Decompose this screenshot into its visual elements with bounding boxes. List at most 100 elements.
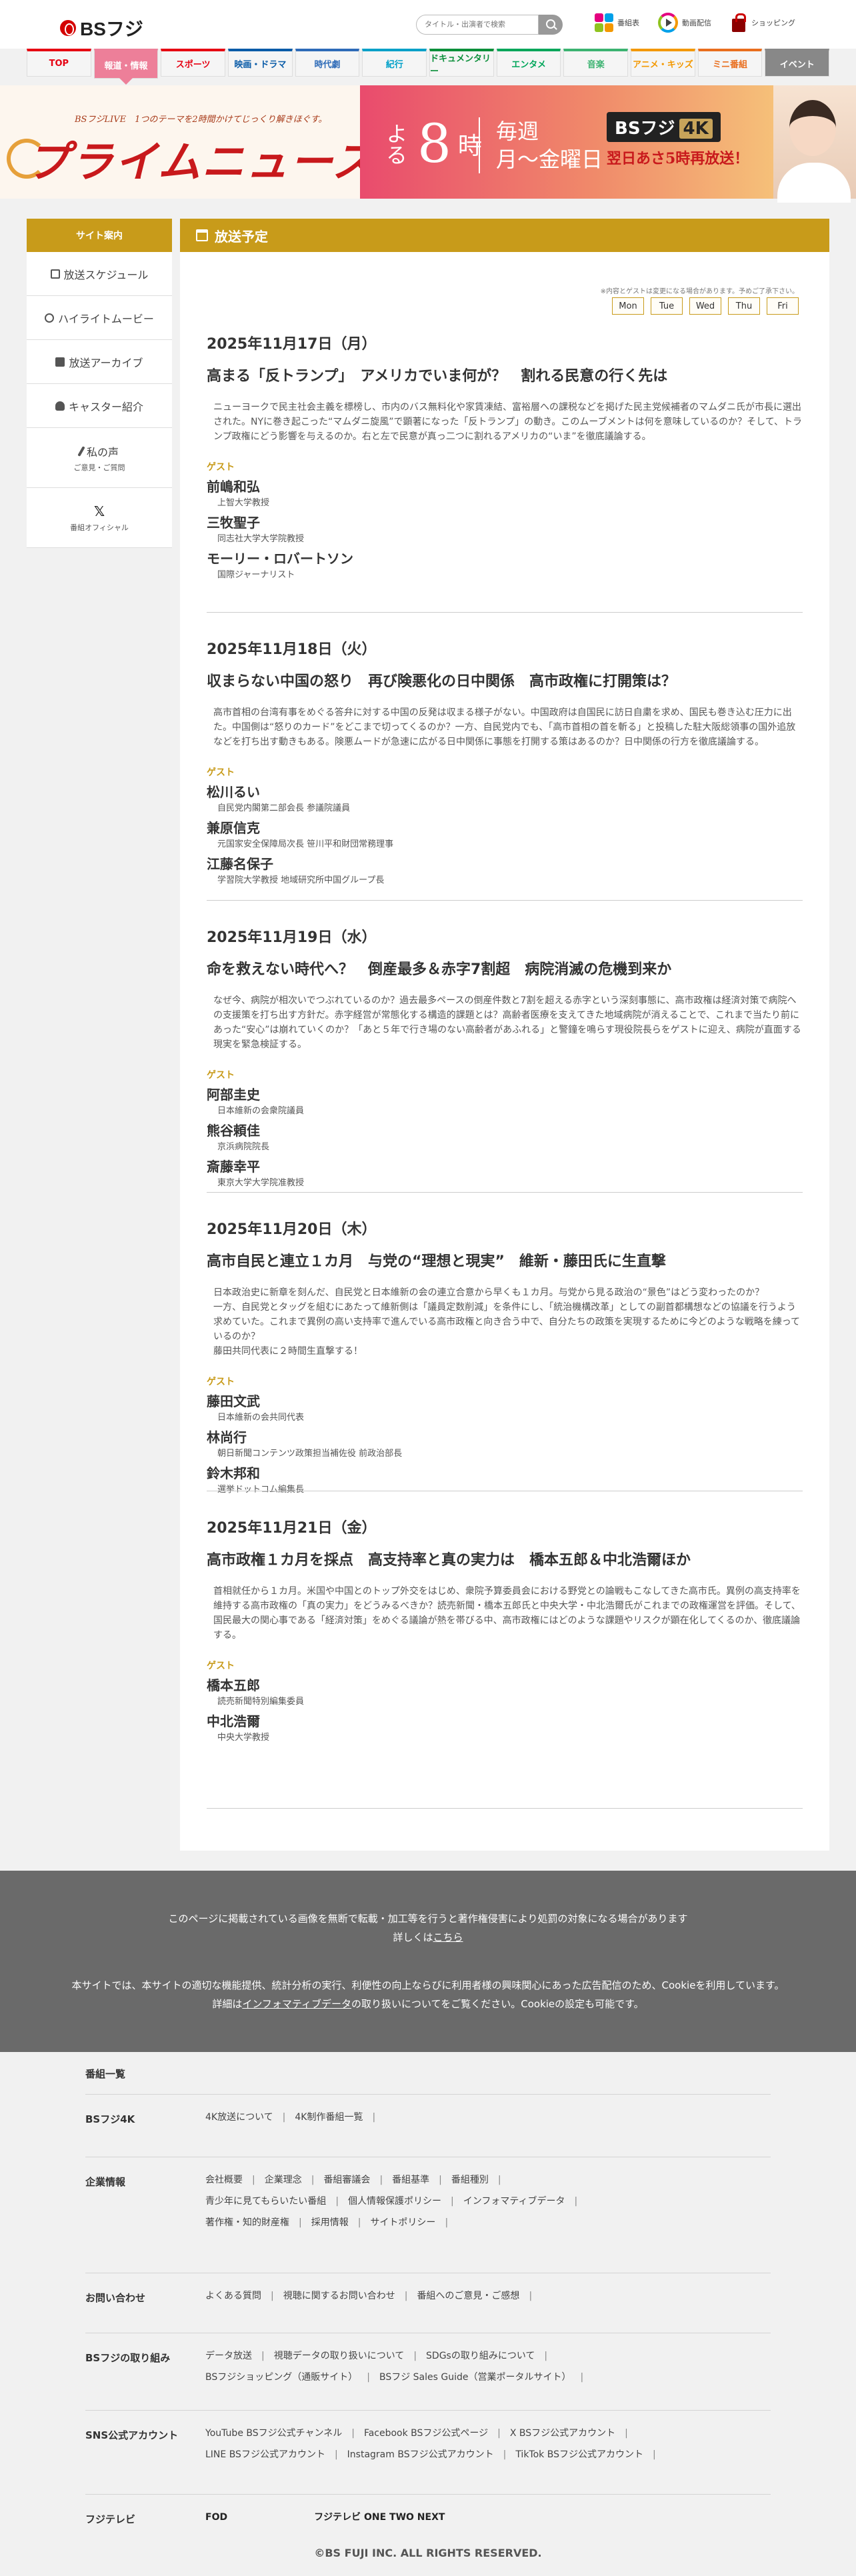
episode-date: 2025年11月17日（月）: [207, 336, 377, 353]
footer-link-divider: |: [445, 2217, 449, 2228]
notice-informative-data-link[interactable]: インフォマティブデータ: [242, 1998, 351, 2010]
footer-link[interactable]: TikTok BSフジ公式アカウント: [515, 2449, 643, 2460]
footer-brand-link[interactable]: FOD: [205, 2512, 227, 2523]
gnav-tab[interactable]: 時代劇: [295, 49, 360, 77]
footer-link-line: YouTube BSフジ公式チャンネル | Facebook BSフジ公式ページ | X…: [205, 2423, 665, 2444]
search-input[interactable]: [416, 15, 539, 35]
footer-link[interactable]: 視聴に関するお問い合わせ: [283, 2291, 395, 2301]
footer-row-head[interactable]: 番組一覧: [85, 2067, 125, 2081]
footer-link-divider: |: [451, 2196, 454, 2207]
footer-link[interactable]: 番組審議会: [323, 2175, 370, 2185]
gnav-tab[interactable]: 紀行: [362, 49, 427, 77]
footer-link[interactable]: YouTube BSフジ公式チャンネル: [205, 2428, 342, 2439]
footer-row-head: 企業情報: [85, 2176, 126, 2188]
footer-brand-link[interactable]: フジテレビ ONE TWO NEXT: [314, 2512, 445, 2523]
footer-link-line: よくある質問 | 視聴に関するお問い合わせ | 番組へのご意見・ご感想 |: [205, 2285, 541, 2307]
day-tab-fri[interactable]: Fri: [767, 297, 799, 315]
guest-title: 読売新聞特別編集委員: [217, 1697, 305, 1707]
footer-link[interactable]: データ放送: [205, 2351, 252, 2361]
footer-link[interactable]: 番組種別: [451, 2175, 489, 2185]
header-link-shopping[interactable]: ショッピング: [730, 12, 795, 33]
header-link-video[interactable]: 動画配信: [658, 12, 711, 33]
footer-row: フジテレビ FOD フジテレビ ONE TWO NEXT: [85, 2495, 771, 2548]
gnav-tab[interactable]: ドキュメンタリー: [429, 49, 494, 77]
footer-link[interactable]: 個人情報保護ポリシー: [348, 2196, 441, 2207]
bsfuji-logo[interactable]: BSフジ: [60, 15, 143, 41]
footer-link-line: 青少年に見てもらいたい番組 | 個人情報保護ポリシー | インフォマティブデータ |: [205, 2191, 587, 2212]
footer-link-line: 著作権・知的財産権 | 採用情報 | サイトポリシー |: [205, 2212, 587, 2233]
footer-link[interactable]: 企業理念: [265, 2175, 302, 2185]
footer-link-divider: |: [351, 2428, 355, 2439]
day-tab-tue[interactable]: Tue: [651, 297, 683, 315]
footer-link[interactable]: 視聴データの取り扱いについて: [274, 2351, 405, 2361]
search-icon[interactable]: [539, 15, 563, 35]
footer-link-divider: |: [334, 2449, 338, 2460]
sidebar-item-sublabel: ご意見・ご質問: [73, 463, 125, 472]
banner-subtitle: BSフジLIVE 1つのテーマを2時間かけてじっくり解きほぐす。: [75, 115, 327, 125]
guest-title: 朝日新聞コンテンツ政策担当補佐役 前政治部長: [217, 1449, 403, 1459]
episode: 2025年11月17日（月） 高まる「反トランプ」 アメリカでいま何が？ 割れる民…: [207, 332, 803, 584]
sidebar-item-archive[interactable]: 放送アーカイブ: [27, 340, 172, 384]
episode-date: 2025年11月18日（火）: [207, 641, 377, 658]
book-icon: [55, 357, 65, 367]
banner-time-yoru: よる: [383, 123, 408, 165]
gnav-tab[interactable]: スポーツ: [161, 49, 226, 77]
footer-link[interactable]: Instagram BSフジ公式アカウント: [347, 2449, 494, 2460]
footer-link-divider: |: [580, 2372, 584, 2383]
header-link-label: 番組表: [617, 19, 639, 27]
day-tab-wed[interactable]: Wed: [689, 297, 721, 315]
footer-link[interactable]: 4K制作番組一覧: [295, 2112, 363, 2123]
notice-copyright: このページに掲載されている画像を無断で転載・加工等を行うと著作権侵害により処罰の…: [168, 1913, 688, 1925]
gnav-tab[interactable]: エンタメ: [496, 49, 561, 77]
notice-details-link[interactable]: こちら: [433, 1931, 463, 1943]
guest-title: 自民党内閣第二部会長 参議院議員: [217, 803, 351, 813]
footer-row-head: フジテレビ: [85, 2513, 136, 2525]
banner-channel-4k: 4K: [679, 119, 713, 139]
sidebar-item-voice[interactable]: 私の声 ご意見・ご質問: [27, 428, 172, 488]
footer-link[interactable]: Facebook BSフジ公式ページ: [364, 2428, 488, 2439]
footer-link[interactable]: BSフジショッピング（通販サイト）: [205, 2372, 357, 2383]
program-banner[interactable]: BSフジLIVE 1つのテーマを2時間かけてじっくり解きほぐす。 プライムニュー…: [0, 85, 856, 203]
footer-link[interactable]: 会社概要: [205, 2175, 243, 2185]
header-link-program-guide[interactable]: 番組表: [595, 12, 639, 33]
footer-link[interactable]: 青少年に見てもらいたい番組: [205, 2196, 326, 2207]
day-tab-mon[interactable]: Mon: [612, 297, 644, 315]
gnav-tab[interactable]: 音楽: [563, 49, 629, 77]
gnav-tab[interactable]: TOP: [27, 49, 91, 77]
sidebar-item-schedule[interactable]: 放送スケジュール: [27, 252, 172, 296]
guest-name: 斎藤幸平: [207, 1159, 260, 1175]
gnav-tab[interactable]: イベント: [765, 49, 830, 77]
sidebar-item-casters[interactable]: キャスター紹介: [27, 384, 172, 428]
footer-link-divider: |: [335, 2196, 339, 2207]
footer-link[interactable]: インフォマティブデータ: [463, 2196, 565, 2207]
notice-cookie-details: 詳細はインフォマティブデータの取り扱いについてをご覧ください。Cookieの設定…: [0, 1995, 856, 2013]
footer-links: 4K放送について | 4K制作番組一覧 |: [205, 2107, 385, 2128]
footer-link[interactable]: X BSフジ公式アカウント: [510, 2428, 615, 2439]
footer-link-line: 4K放送について | 4K制作番組一覧 |: [205, 2107, 385, 2128]
calendar-icon: [50, 269, 60, 279]
footer-link[interactable]: 採用情報: [311, 2217, 349, 2228]
footer-link-divider: |: [497, 2428, 501, 2439]
header-link-label: ショッピング: [751, 19, 795, 27]
footer-link[interactable]: 番組へのご意見・ご感想: [417, 2291, 519, 2301]
footer-link[interactable]: サイトポリシー: [370, 2217, 435, 2228]
gnav-tab[interactable]: ミニ番組: [697, 49, 763, 77]
schedule-note: ※内容とゲストは変更になる場合があります。予めご了承下さい。: [600, 288, 799, 295]
sidebar-item-highlight[interactable]: ハイライトムービー: [27, 296, 172, 340]
day-tab-thu[interactable]: Thu: [728, 297, 760, 315]
gnav-tab[interactable]: 報道・情報: [93, 49, 159, 85]
footer-link[interactable]: SDGsの取り組みについて: [426, 2351, 535, 2361]
footer-link[interactable]: 4K放送について: [205, 2112, 273, 2123]
sidebar-item-label: ハイライトムービー: [58, 312, 154, 325]
gnav-tab[interactable]: アニメ・キッズ: [631, 49, 695, 77]
footer-link[interactable]: 番組基準: [392, 2175, 429, 2185]
footer-link[interactable]: 著作権・知的財産権: [205, 2217, 289, 2228]
gnav-tab[interactable]: 映画・ドラマ: [228, 49, 293, 77]
footer-link[interactable]: よくある質問: [205, 2291, 261, 2301]
footer-link-divider: |: [261, 2351, 265, 2361]
calendar-icon: [196, 229, 208, 241]
sidebar-item-x-official[interactable]: 𝕏 番組オフィシャル: [27, 488, 172, 548]
footer-link-line: LINE BSフジ公式アカウント | Instagram BSフジ公式アカウント | T…: [205, 2444, 665, 2465]
footer-link[interactable]: BSフジ Sales Guide（営業ポータルサイト）: [379, 2372, 571, 2383]
footer-link[interactable]: LINE BSフジ公式アカウント: [205, 2449, 325, 2460]
